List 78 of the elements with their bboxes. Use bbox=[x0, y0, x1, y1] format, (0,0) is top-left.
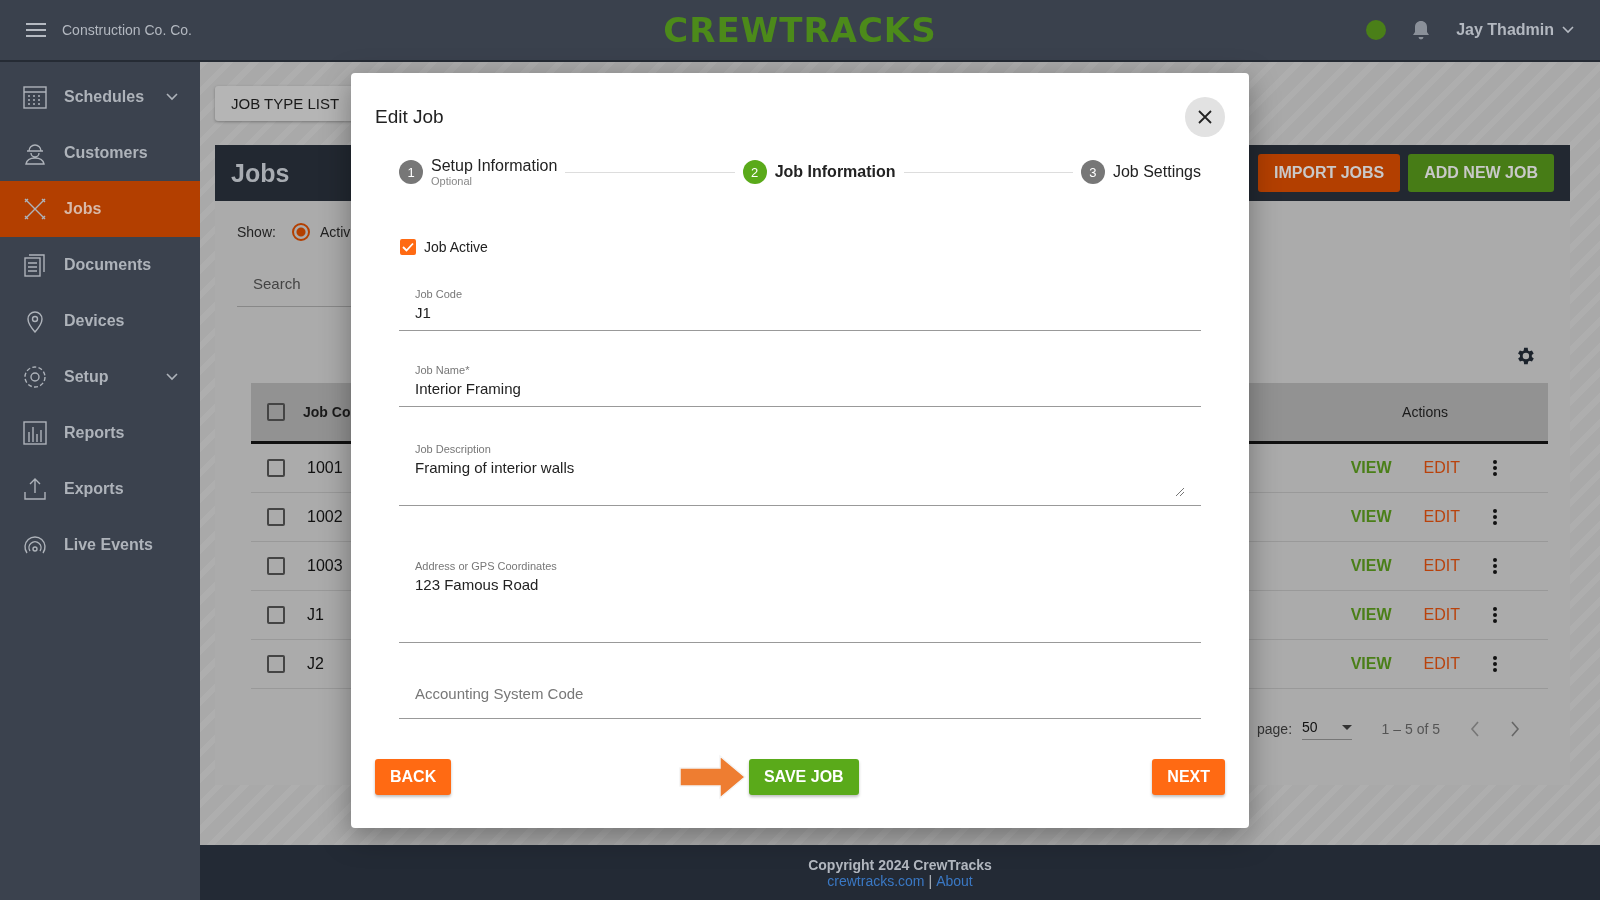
website-link[interactable]: crewtracks.com bbox=[827, 872, 925, 889]
documents-icon bbox=[22, 252, 48, 278]
edit-link[interactable]: EDIT bbox=[1423, 655, 1460, 673]
column-header: Job Co bbox=[303, 404, 351, 420]
sidebar-item[interactable]: Reports bbox=[0, 405, 200, 461]
sidebar-item[interactable]: Schedules bbox=[0, 69, 200, 125]
dialog-title: Edit Job bbox=[375, 106, 444, 128]
sidebar-item[interactable]: Devices bbox=[0, 293, 200, 349]
sidebar-item[interactable]: Setup bbox=[0, 349, 200, 405]
checkbox-label: Job Active bbox=[424, 239, 488, 255]
page-range: 1 – 5 of 5 bbox=[1381, 720, 1440, 737]
user-menu[interactable]: Jay Thadmin bbox=[1456, 21, 1574, 39]
edit-link[interactable]: EDIT bbox=[1423, 606, 1460, 624]
radio-label: Activ bbox=[319, 224, 351, 240]
settings-icon bbox=[22, 364, 48, 390]
row-checkbox[interactable] bbox=[267, 459, 285, 477]
sidebar-item[interactable]: Exports bbox=[0, 461, 200, 517]
next-page-icon[interactable] bbox=[1510, 720, 1520, 737]
dropdown-caret-icon bbox=[1341, 724, 1352, 730]
table-cell: 1003 bbox=[307, 557, 343, 575]
logo: CREWTRACKS bbox=[663, 10, 937, 50]
input-field[interactable]: Accounting System Code bbox=[399, 643, 1201, 719]
row-checkbox[interactable] bbox=[267, 557, 285, 575]
row-checkbox[interactable] bbox=[267, 655, 285, 673]
close-icon bbox=[1197, 109, 1213, 125]
page-title: Jobs bbox=[231, 158, 290, 188]
stepper-step[interactable]: 2 Job Information bbox=[742, 160, 896, 184]
save-job-button[interactable]: SAVE JOB bbox=[748, 759, 859, 795]
show-label: Show: bbox=[237, 224, 276, 240]
table-cell: 1002 bbox=[307, 508, 343, 526]
status-dot bbox=[1366, 20, 1387, 40]
select-all-checkbox[interactable] bbox=[267, 403, 285, 421]
edit-link[interactable]: EDIT bbox=[1423, 557, 1460, 575]
radio-button[interactable] bbox=[291, 223, 310, 241]
bell-icon[interactable] bbox=[1412, 20, 1431, 40]
resize-handle-icon[interactable] bbox=[1175, 487, 1185, 497]
company-name: Construction Co. Co. bbox=[62, 22, 192, 38]
more-options-icon[interactable] bbox=[1492, 557, 1498, 575]
close-button[interactable] bbox=[1185, 97, 1225, 137]
separator: | bbox=[928, 872, 933, 889]
row-checkbox[interactable] bbox=[267, 508, 285, 526]
back-button[interactable]: BACK bbox=[375, 759, 452, 795]
job-active-checkbox[interactable] bbox=[400, 239, 416, 255]
input-field[interactable]: Job Description Framing of interior walls bbox=[399, 407, 1201, 506]
stepper-step[interactable]: 1 Setup Information Optional bbox=[399, 157, 558, 187]
input-field[interactable]: Job Code J1 bbox=[399, 255, 1201, 331]
sidebar-item[interactable]: Live Events bbox=[0, 517, 200, 573]
table-cell: J1 bbox=[307, 606, 324, 624]
import-jobs-button[interactable]: IMPORT JOBS bbox=[1258, 154, 1401, 192]
more-options-icon[interactable] bbox=[1492, 606, 1498, 624]
edit-link[interactable]: EDIT bbox=[1423, 459, 1460, 477]
upload-icon bbox=[22, 476, 48, 502]
stepper-step[interactable]: 3 Job Settings bbox=[1080, 160, 1201, 184]
menu-icon[interactable] bbox=[26, 23, 46, 37]
table-cell: 1001 bbox=[307, 459, 343, 477]
row-checkbox[interactable] bbox=[267, 606, 285, 624]
bar-chart-icon bbox=[22, 420, 48, 446]
input-field[interactable]: Address or GPS Coordinates 123 Famous Road bbox=[399, 506, 1201, 643]
more-options-icon[interactable] bbox=[1492, 459, 1498, 477]
sidebar-item[interactable]: Documents bbox=[0, 237, 200, 293]
sidebar-item[interactable]: Jobs bbox=[0, 181, 200, 237]
pointer-arrow bbox=[678, 754, 747, 800]
more-options-icon[interactable] bbox=[1492, 508, 1498, 526]
about-link[interactable]: About bbox=[936, 872, 973, 889]
next-button[interactable]: NEXT bbox=[1152, 759, 1225, 795]
copyright-text: Copyright 2024 CrewTracks bbox=[808, 856, 992, 873]
tools-icon bbox=[22, 196, 48, 222]
rows-per-page-label: page: bbox=[1257, 720, 1293, 737]
rows-per-page-select[interactable]: 50 bbox=[1302, 717, 1352, 740]
add-new-job-button[interactable]: ADD NEW JOB bbox=[1408, 154, 1554, 192]
chevron-down-icon bbox=[1562, 26, 1574, 34]
sidebar-item[interactable]: Customers bbox=[0, 125, 200, 181]
calendar-icon bbox=[22, 84, 48, 110]
more-options-icon[interactable] bbox=[1492, 655, 1498, 673]
edit-link[interactable]: EDIT bbox=[1423, 508, 1460, 526]
input-field[interactable]: Job Name* Interior Framing bbox=[399, 331, 1201, 407]
column-header: Actions bbox=[1402, 404, 1448, 420]
table-cell: J2 bbox=[307, 655, 324, 673]
